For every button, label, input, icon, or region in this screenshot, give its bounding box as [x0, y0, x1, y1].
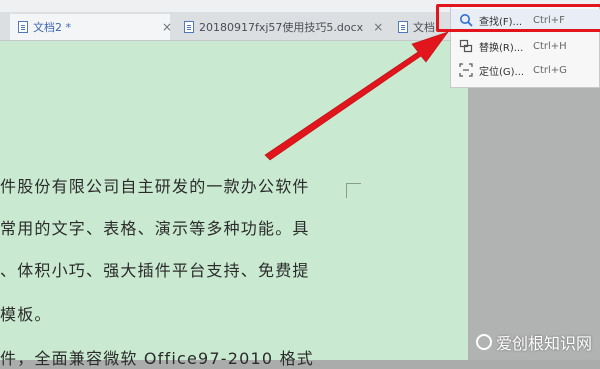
- watermark: 爱创根知识网: [475, 330, 592, 354]
- annotation-arrow: [264, 31, 449, 161]
- watermark-logo-icon: [475, 334, 492, 350]
- watermark-text: 爱创根知识网: [495, 334, 592, 353]
- arrow-icon: [264, 31, 449, 161]
